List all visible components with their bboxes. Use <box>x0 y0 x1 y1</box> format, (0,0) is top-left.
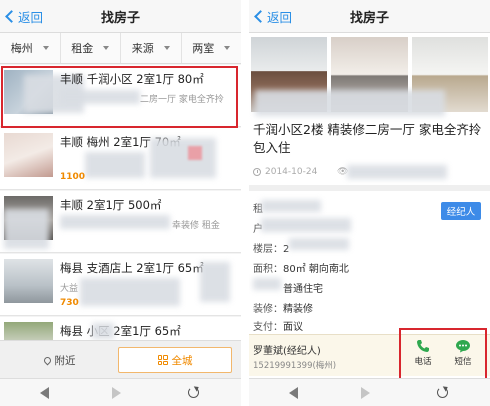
list-item[interactable]: 丰顺 梅州 2室1厅 70㎡ 1100 <box>0 128 241 190</box>
listing-desc: 大益 <box>60 284 79 294</box>
listing-desc: 幸装修 租金 <box>172 221 220 231</box>
scope-tabs: 附近 全城 <box>0 340 241 378</box>
grid-icon <box>157 355 168 365</box>
filter-rent[interactable]: 租金 <box>61 33 121 63</box>
listing-screen: 返回 找房子 梅州 租金 来源 两室 丰顺 千润小区 2室1厅 80㎡ 二房一厅… <box>0 0 241 406</box>
back-button[interactable]: 返回 <box>4 7 43 26</box>
date-text: 2014-10-24 <box>265 167 318 177</box>
info-key: 支付： <box>253 322 283 333</box>
tab-whole-city[interactable]: 全城 <box>118 347 232 373</box>
filter-label: 梅州 <box>10 42 33 55</box>
tab-label: 全城 <box>171 354 193 367</box>
info-value: 80㎡ 朝向南北 <box>283 264 349 275</box>
browser-nav-bar <box>0 378 241 406</box>
listing-title: 丰顺 2室1厅 500㎡ <box>60 198 162 212</box>
listing-detail-title: 千润小区2楼 精装修二房一厅 家电全齐拎包入住 <box>253 122 482 155</box>
list-item[interactable]: 梅县 支酒店上 2室1厅 65㎡ 大益 730 <box>0 254 241 316</box>
contact-phone: 15219991399(梅州) <box>253 361 337 371</box>
info-floor: 楼层：2 <box>253 240 289 255</box>
filter-label: 来源 <box>131 42 154 55</box>
caret-down-icon <box>103 46 110 50</box>
title-bar: 返回 找房子 <box>249 0 490 33</box>
refresh-icon <box>188 387 199 398</box>
agent-button[interactable]: 经纪人 <box>441 202 481 220</box>
arrow-right-icon <box>361 387 370 399</box>
filter-city[interactable]: 梅州 <box>0 33 61 63</box>
list-item[interactable]: 丰顺 2室1厅 500㎡ 幸装修 租金 <box>0 191 241 253</box>
info-decoration: 装修：精装修 <box>253 300 313 315</box>
filter-rooms[interactable]: 两室 <box>182 33 242 63</box>
filter-source[interactable]: 来源 <box>121 33 182 63</box>
filter-label: 两室 <box>192 42 215 55</box>
tab-label: 附近 <box>54 354 76 367</box>
back-label: 返回 <box>267 10 293 25</box>
nav-back-button[interactable] <box>289 387 301 399</box>
info-type: 普通住宅 <box>283 280 323 295</box>
info-key: 装修： <box>253 304 283 315</box>
listing-price: 1100 <box>60 172 86 182</box>
title-bar: 返回 找房子 <box>0 0 241 33</box>
arrow-right-icon <box>112 387 121 399</box>
location-pin-icon <box>42 355 52 365</box>
caret-down-icon <box>163 46 170 50</box>
info-payment: 支付：面议 <box>253 318 303 333</box>
back-button[interactable]: 返回 <box>253 7 292 26</box>
refresh-icon <box>437 387 448 398</box>
divider <box>249 185 490 191</box>
back-label: 返回 <box>18 10 44 25</box>
nav-back-button[interactable] <box>40 387 52 399</box>
info-value: 面议 <box>283 322 303 333</box>
info-key: 面积： <box>253 264 283 275</box>
reload-button[interactable] <box>188 387 200 399</box>
filter-bar: 梅州 租金 来源 两室 <box>0 33 241 64</box>
info-value: 精装修 <box>283 304 313 315</box>
info-area: 面积：80㎡ 朝向南北 <box>253 260 349 275</box>
listing-photo <box>4 133 53 177</box>
detail-screen: 返回 找房子 千润小区2楼 精装修二房一厅 家电全齐拎包入住 2014-10-2… <box>249 0 490 406</box>
post-date: 2014-10-24 <box>253 167 317 177</box>
listing-title: 梅县 小区 2室1厅 65㎡ <box>60 324 181 338</box>
info-value: 普通住宅 <box>283 284 323 295</box>
arrow-left-icon <box>40 387 49 399</box>
highlight-box <box>1 66 238 128</box>
nav-forward-button[interactable] <box>361 387 373 399</box>
arrow-left-icon <box>289 387 298 399</box>
reload-button[interactable] <box>437 387 449 399</box>
chevron-left-icon <box>5 10 18 23</box>
tab-nearby[interactable]: 附近 <box>8 348 111 372</box>
list-item[interactable]: 梅县 小区 2室1厅 65㎡ <box>0 317 241 346</box>
browser-nav-bar <box>249 378 490 406</box>
clock-icon <box>253 168 261 176</box>
info-key: 楼层： <box>253 244 283 255</box>
listing-photo <box>4 259 53 303</box>
caret-down-icon <box>224 46 231 50</box>
contact-name: 罗董斌(经纪人) <box>253 346 321 357</box>
filter-label: 租金 <box>71 42 94 55</box>
chevron-left-icon <box>254 10 267 23</box>
caret-down-icon <box>42 46 49 50</box>
listing-price: 730 <box>60 298 79 308</box>
nav-forward-button[interactable] <box>112 387 124 399</box>
listing-title: 梅县 支酒店上 2室1厅 65㎡ <box>60 261 204 275</box>
highlight-box <box>399 328 487 380</box>
